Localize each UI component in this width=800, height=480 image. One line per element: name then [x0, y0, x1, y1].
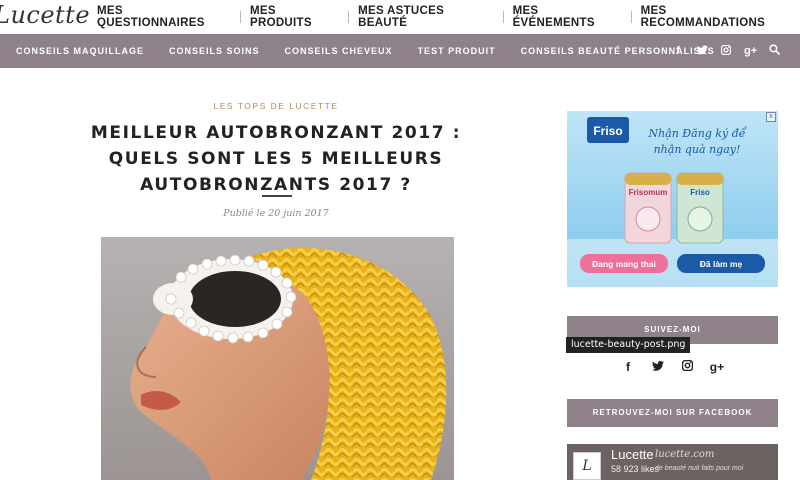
ad-headline: nhận quà ngay!: [654, 143, 741, 156]
ad-product-name: Friso: [690, 188, 710, 197]
facebook-page-tagline: de beauté nuit faits pour moi: [655, 465, 744, 472]
twitter-icon[interactable]: [650, 360, 666, 374]
ad-brand-logo: Friso: [593, 124, 622, 138]
title-line: QUELS SONT LES 5 MEILLEURS: [108, 149, 444, 169]
ad-close-icon[interactable]: x: [766, 112, 776, 122]
ad-cta-label: Đang mang thai: [592, 259, 656, 269]
facebook-page-plugin[interactable]: L Lucette lucette.com 58 923 likes de be…: [567, 444, 778, 480]
ad-artwork: Friso Nhận Đăng ký để nhận quà ngay! Fri…: [567, 111, 778, 287]
hero-illustration: [101, 237, 454, 480]
category-bar: CONSEILS MAQUILLAGE CONSEILS SOINS CONSE…: [0, 34, 800, 68]
publish-date: Publié le 20 juin 2017: [223, 208, 329, 219]
facebook-page-url: lucette.com: [655, 449, 715, 460]
subnav-test-produit[interactable]: TEST PRODUIT: [393, 46, 496, 56]
facebook-like-count: 58 923 likes: [611, 464, 660, 474]
main-menu: MES QUESTIONNAIRES MES PRODUITS MES ASTU…: [88, 0, 800, 34]
subnav-conseils-cheveux[interactable]: CONSEILS CHEVEUX: [260, 46, 393, 56]
menu-item-questionnaires[interactable]: MES QUESTIONNAIRES: [88, 5, 240, 29]
menu-item-recommandations[interactable]: MES RECOMMANDATIONS: [632, 5, 800, 29]
instagram-icon[interactable]: [679, 359, 695, 374]
article-hero-image[interactable]: [101, 237, 454, 480]
googleplus-icon[interactable]: g+: [709, 360, 725, 374]
site-logo[interactable]: Lucette: [0, 1, 90, 29]
title-line: MEILLEUR AUTOBRONZANT 2017 :: [90, 123, 462, 143]
facebook-page-name[interactable]: Lucette: [611, 447, 654, 462]
subnav-conseils-soins[interactable]: CONSEILS SOINS: [144, 46, 260, 56]
facebook-icon[interactable]: f: [620, 360, 636, 374]
title-line: AUTOBRONZANTS 2017 ?: [140, 175, 412, 195]
follow-social-links: f g+: [620, 359, 725, 374]
title-divider: [262, 195, 292, 197]
facebook-widget-title: RETROUVEZ-MOI SUR FACEBOOK: [567, 399, 778, 427]
sidebar-ad-banner[interactable]: Friso Nhận Đăng ký để nhận quà ngay! Fri…: [567, 111, 778, 287]
twitter-icon[interactable]: [696, 44, 708, 58]
facebook-icon[interactable]: f: [672, 45, 684, 57]
image-tooltip: lucette-beauty-post.png: [566, 337, 691, 353]
search-icon[interactable]: [768, 44, 780, 58]
instagram-icon[interactable]: [720, 44, 732, 58]
menu-item-produits[interactable]: MES PRODUITS: [241, 5, 348, 29]
facebook-page-avatar: L: [573, 452, 601, 480]
menu-item-astuces-beaute[interactable]: MES ASTUCES BEAUTÉ: [349, 5, 502, 29]
ad-headline: Nhận Đăng ký để: [647, 127, 746, 140]
googleplus-icon[interactable]: g+: [744, 45, 757, 57]
header-social-links: f g+: [672, 34, 780, 68]
ad-product-name: Frisomum: [629, 188, 668, 197]
article-title[interactable]: MEILLEUR AUTOBRONZANT 2017 : QUELS SONT …: [90, 120, 462, 198]
top-navigation: Lucette MES QUESTIONNAIRES MES PRODUITS …: [0, 0, 800, 34]
ad-cta-label: Đã làm mẹ: [700, 259, 743, 269]
article-category[interactable]: LES TOPS DE LUCETTE: [100, 101, 452, 111]
subnav-conseils-maquillage[interactable]: CONSEILS MAQUILLAGE: [0, 46, 144, 56]
menu-item-evenements[interactable]: MES ÉVÉNEMENTS: [504, 5, 631, 29]
